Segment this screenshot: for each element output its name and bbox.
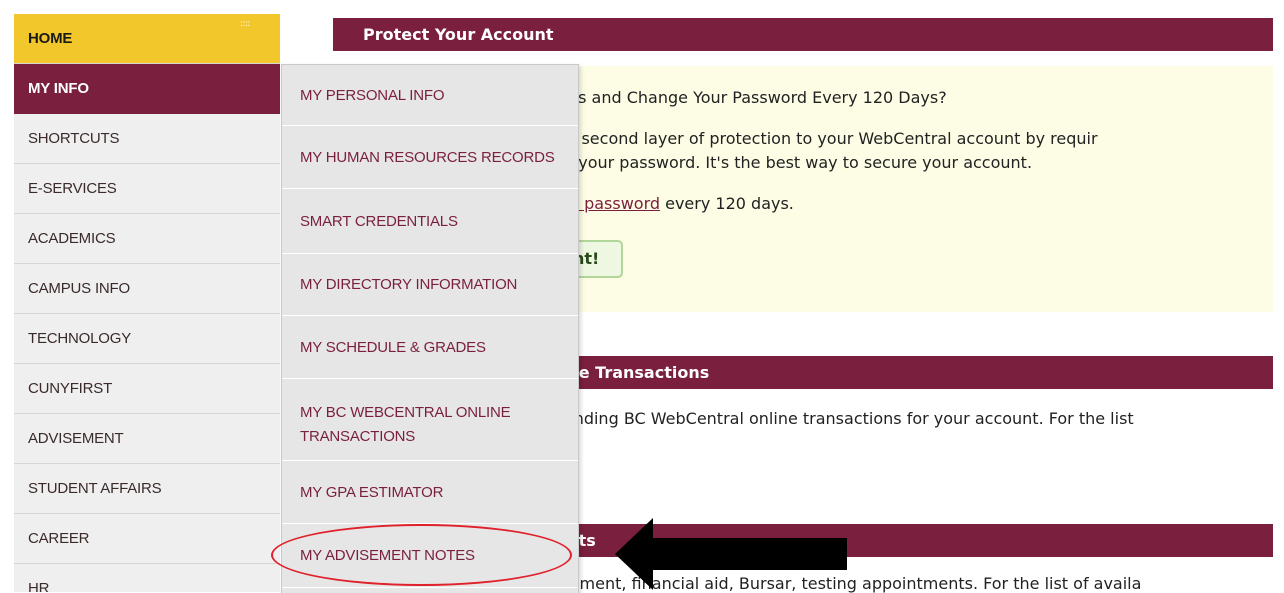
nav-item-shortcuts[interactable]: SHORTCUTS xyxy=(14,114,280,164)
nav-item-label: HOME xyxy=(28,30,73,47)
submenu-item-smart-credentials[interactable]: SMART CREDENTIALS xyxy=(282,189,578,254)
nav-item-campus-info[interactable]: CAMPUS INFO xyxy=(14,264,280,314)
submenu-item-personal-info[interactable]: MY PERSONAL INFO xyxy=(282,65,578,126)
submenu-item-label: MY GPA ESTIMATOR xyxy=(300,484,444,501)
nav-item-home[interactable]: HOME :::: xyxy=(14,14,280,64)
nav-item-label: CAMPUS INFO xyxy=(28,280,130,297)
my-info-submenu: MY PERSONAL INFO MY HUMAN RESOURCES RECO… xyxy=(281,64,579,593)
nav-item-e-services[interactable]: E-SERVICES xyxy=(14,164,280,214)
submenu-item-label: MY DIRECTORY INFORMATION xyxy=(300,276,518,293)
nav-item-label: TECHNOLOGY xyxy=(28,330,132,347)
nav-item-label: SHORTCUTS xyxy=(28,130,120,147)
nav-item-label: CAREER xyxy=(28,530,90,547)
section-header-protect-account: Protect Your Account xyxy=(333,18,1273,51)
nav-item-label: ACADEMICS xyxy=(28,230,116,247)
protect-heading-text: ntials and Change Your Password Every 12… xyxy=(543,88,947,107)
annotation-arrow-icon xyxy=(615,518,847,590)
submenu-item-label: MY ADVISEMENT NOTES xyxy=(300,547,475,564)
main-nav: HOME :::: MY INFO SHORTCUTS E-SERVICES A… xyxy=(14,14,280,592)
submenu-item-webcentral-transactions[interactable]: MY BC WEBCENTRAL ONLINE TRANSACTIONS xyxy=(282,379,578,461)
submenu-item-label: MY HUMAN RESOURCES RECORDS xyxy=(300,149,555,166)
submenu-item-directory-information[interactable]: MY DIRECTORY INFORMATION xyxy=(282,254,578,316)
submenu-item-schedule-grades[interactable]: MY SCHEDULE & GRADES xyxy=(282,316,578,379)
protect-body-text-2: nge your password. It's the best way to … xyxy=(543,153,1033,172)
nav-item-label: ADVISEMENT xyxy=(28,430,124,447)
nav-item-career[interactable]: CAREER xyxy=(14,514,280,564)
nav-item-academics[interactable]: ACADEMICS xyxy=(14,214,280,264)
password-reminder-text: your password every 120 days. xyxy=(543,194,794,213)
protect-body-text: ds a second layer of protection to your … xyxy=(543,129,1098,148)
nav-item-advisement[interactable]: ADVISEMENT xyxy=(14,414,280,464)
submenu-item-label: MY PERSONAL INFO xyxy=(300,87,445,104)
grip-icon: :::: xyxy=(240,19,250,28)
submenu-item-advisement-notes[interactable]: MY ADVISEMENT NOTES xyxy=(282,524,578,588)
nav-item-label: STUDENT AFFAIRS xyxy=(28,480,162,497)
nav-item-label: E-SERVICES xyxy=(28,180,117,197)
section-title: Protect Your Account xyxy=(363,25,554,44)
submenu-item-hr-records[interactable]: MY HUMAN RESOURCES RECORDS xyxy=(282,126,578,189)
nav-item-my-info[interactable]: MY INFO xyxy=(14,64,280,114)
nav-item-hr[interactable]: HR xyxy=(14,564,280,592)
nav-item-label: MY INFO xyxy=(28,80,89,97)
submenu-item-label-line1: MY BC WEBCENTRAL ONLINE xyxy=(300,404,511,421)
submenu-item-label: SMART CREDENTIALS xyxy=(300,213,458,230)
password-reminder-rest: every 120 days. xyxy=(660,194,794,213)
submenu-item-gpa-estimator[interactable]: MY GPA ESTIMATOR xyxy=(282,461,578,524)
submenu-item-label-line2: TRANSACTIONS xyxy=(300,428,416,445)
nav-item-label: HR xyxy=(28,580,50,592)
nav-item-technology[interactable]: TECHNOLOGY xyxy=(14,314,280,364)
nav-item-cunyfirst[interactable]: CUNYFIRST xyxy=(14,364,280,414)
submenu-item-label: MY SCHEDULE & GRADES xyxy=(300,339,486,356)
transactions-text: tstanding BC WebCentral online transacti… xyxy=(543,409,1134,428)
nav-item-label: CUNYFIRST xyxy=(28,380,113,397)
nav-item-student-affairs[interactable]: STUDENT AFFAIRS xyxy=(14,464,280,514)
